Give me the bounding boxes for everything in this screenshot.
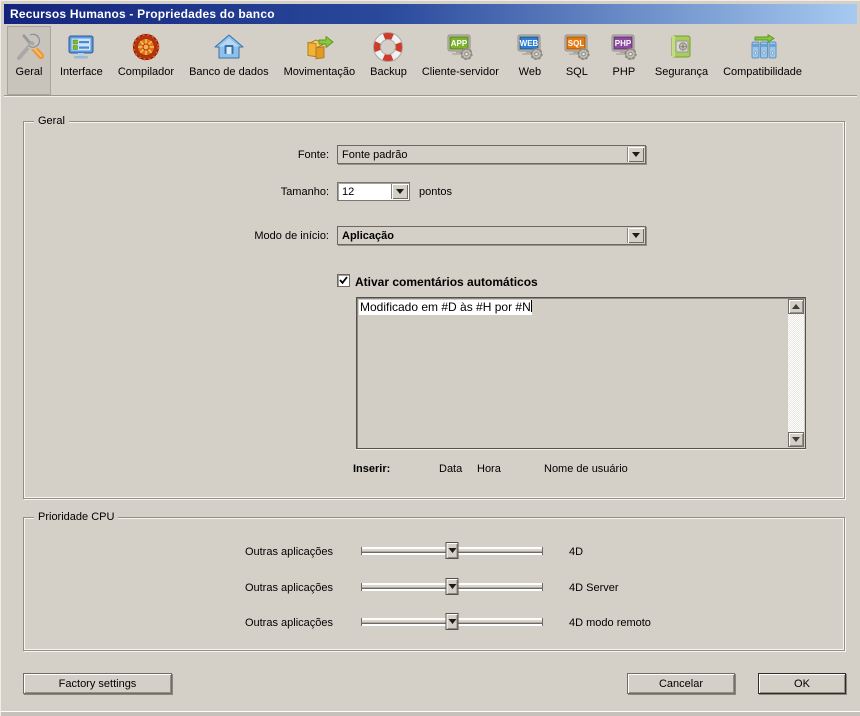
cancel-label: Cancelar: [659, 678, 703, 690]
cancel-button[interactable]: Cancelar: [627, 673, 735, 694]
toolbar-item-compilador[interactable]: Compilador: [112, 26, 180, 95]
toolbar-item-label: Compatibilidade: [723, 66, 802, 78]
font-dropdown-value: Fonte padrão: [342, 148, 625, 162]
tools-icon: [13, 31, 45, 63]
toolbar-item-label: Geral: [16, 66, 43, 78]
toolbar-item-label: Backup: [370, 66, 407, 78]
window-bottom-edge: [1, 711, 860, 716]
size-unit-label: pontos: [419, 186, 479, 198]
auto-comments-checkbox[interactable]: [337, 274, 350, 287]
svg-text:WEB: WEB: [520, 39, 539, 48]
cpu-slider-4d-thumb[interactable]: [446, 542, 459, 559]
binders-icon: [747, 31, 779, 63]
font-dropdown[interactable]: Fonte padrão: [337, 145, 646, 164]
house-icon: [213, 31, 245, 63]
size-combo-button[interactable]: [391, 184, 408, 199]
chevron-down-icon: [632, 233, 640, 238]
toolbar-item-web[interactable]: WEB Web: [508, 26, 552, 95]
slider-thumb-icon: [448, 619, 456, 624]
safe-icon: [665, 31, 697, 63]
cpu-slider-4d-remote[interactable]: [361, 618, 543, 626]
toolbar-item-label: Compilador: [118, 66, 174, 78]
compiler-wheel-icon: [130, 31, 162, 63]
toolbar-item-sql[interactable]: SQL SQL: [555, 26, 599, 95]
size-label: Tamanho:: [181, 186, 329, 198]
toolbar-item-backup[interactable]: Backup: [364, 26, 413, 95]
slider-left-label: Outras aplicações: [183, 582, 333, 594]
toolbar-item-banco-de-dados[interactable]: Banco de dados: [183, 26, 275, 95]
toolbar-item-label: Movimentação: [284, 66, 356, 78]
ok-label: OK: [794, 678, 810, 690]
scroll-down-button[interactable]: [788, 432, 804, 447]
toolbar-item-movimentacao[interactable]: Movimentação: [278, 26, 362, 95]
factory-settings-label: Factory settings: [59, 678, 137, 690]
toolbar-item-compatibilidade[interactable]: Compatibilidade: [717, 26, 808, 95]
toolbar-item-geral[interactable]: Geral: [7, 26, 51, 95]
startup-mode-value: Aplicação: [342, 229, 625, 243]
chevron-down-icon: [396, 189, 404, 194]
toolbar-item-cliente-servidor[interactable]: APP Cliente-servidor: [416, 26, 505, 95]
size-combo[interactable]: 12: [337, 182, 410, 201]
insert-username-button[interactable]: Nome de usuário: [544, 463, 628, 475]
toolbar-item-seguranca[interactable]: Segurança: [649, 26, 714, 95]
slider-thumb-icon: [448, 584, 456, 589]
cpu-slider-4d-remote-thumb[interactable]: [446, 613, 459, 630]
cpu-slider-4d-server-thumb[interactable]: [446, 578, 459, 595]
slider-thumb-icon: [448, 548, 456, 553]
startup-mode-label: Modo de início:: [181, 230, 329, 242]
font-label: Fonte:: [181, 149, 329, 161]
cpu-slider-4d-server[interactable]: [361, 583, 543, 591]
cpu-priority-groupbox-legend: Prioridade CPU: [34, 510, 118, 524]
slider-right-label: 4D modo remoto: [569, 617, 689, 629]
slider-right-label: 4D Server: [569, 582, 689, 594]
sql-server-icon: SQL: [561, 31, 593, 63]
toolbar-item-label: Interface: [60, 66, 103, 78]
cpu-slider-4d[interactable]: [361, 547, 543, 555]
toolbar-item-interface[interactable]: Interface: [54, 26, 109, 95]
comments-text-line: Modificado em #D às #H por #N: [359, 300, 532, 315]
startup-mode-dropdown[interactable]: Aplicação: [337, 226, 646, 245]
web-server-icon: WEB: [514, 31, 546, 63]
toolbar-item-label: PHP: [613, 66, 636, 78]
general-groupbox-legend: Geral: [34, 114, 69, 128]
toolbar-item-label: Banco de dados: [189, 66, 269, 78]
text-caret: [531, 300, 532, 312]
auto-comments-label: Ativar comentários automáticos: [355, 275, 615, 289]
monitor-list-icon: [65, 31, 97, 63]
comments-textarea[interactable]: Modificado em #D às #H por #N: [356, 297, 806, 449]
scroll-up-icon: [792, 304, 800, 309]
toolbar-item-label: Cliente-servidor: [422, 66, 499, 78]
slider-left-label: Outras aplicações: [183, 617, 333, 629]
chevron-down-icon: [632, 152, 640, 157]
size-combo-value: 12: [342, 185, 389, 199]
insert-date-button[interactable]: Data: [439, 463, 462, 475]
toolbar-item-php[interactable]: PHP PHP: [602, 26, 646, 95]
toolbar-item-label: Web: [519, 66, 541, 78]
svg-text:SQL: SQL: [568, 39, 585, 48]
title-bar[interactable]: Recursos Humanos - Propriedades do banco: [4, 4, 857, 24]
insert-time-button[interactable]: Hora: [477, 463, 501, 475]
toolbar-item-label: Segurança: [655, 66, 708, 78]
font-dropdown-button[interactable]: [627, 147, 644, 162]
check-icon: [339, 276, 348, 285]
slider-right-label: 4D: [569, 546, 689, 558]
svg-text:APP: APP: [451, 39, 468, 48]
lifebuoy-icon: [372, 31, 404, 63]
scroll-up-button[interactable]: [788, 299, 804, 314]
svg-text:PHP: PHP: [615, 39, 632, 48]
app-server-icon: APP: [444, 31, 476, 63]
comments-scrollbar[interactable]: [788, 299, 804, 447]
settings-toolbar: Geral Interface: [4, 24, 857, 96]
factory-settings-button[interactable]: Factory settings: [23, 673, 172, 694]
startup-mode-dropdown-button[interactable]: [627, 228, 644, 243]
ok-button[interactable]: OK: [758, 673, 846, 694]
toolbar-item-label: SQL: [566, 66, 588, 78]
window-title: Recursos Humanos - Propriedades do banco: [10, 7, 275, 21]
database-properties-dialog: Recursos Humanos - Propriedades do banco…: [0, 0, 860, 716]
php-server-icon: PHP: [608, 31, 640, 63]
scroll-down-icon: [792, 437, 800, 442]
box-arrow-icon: [303, 31, 335, 63]
insert-label: Inserir:: [353, 463, 393, 475]
slider-left-label: Outras aplicações: [183, 546, 333, 558]
